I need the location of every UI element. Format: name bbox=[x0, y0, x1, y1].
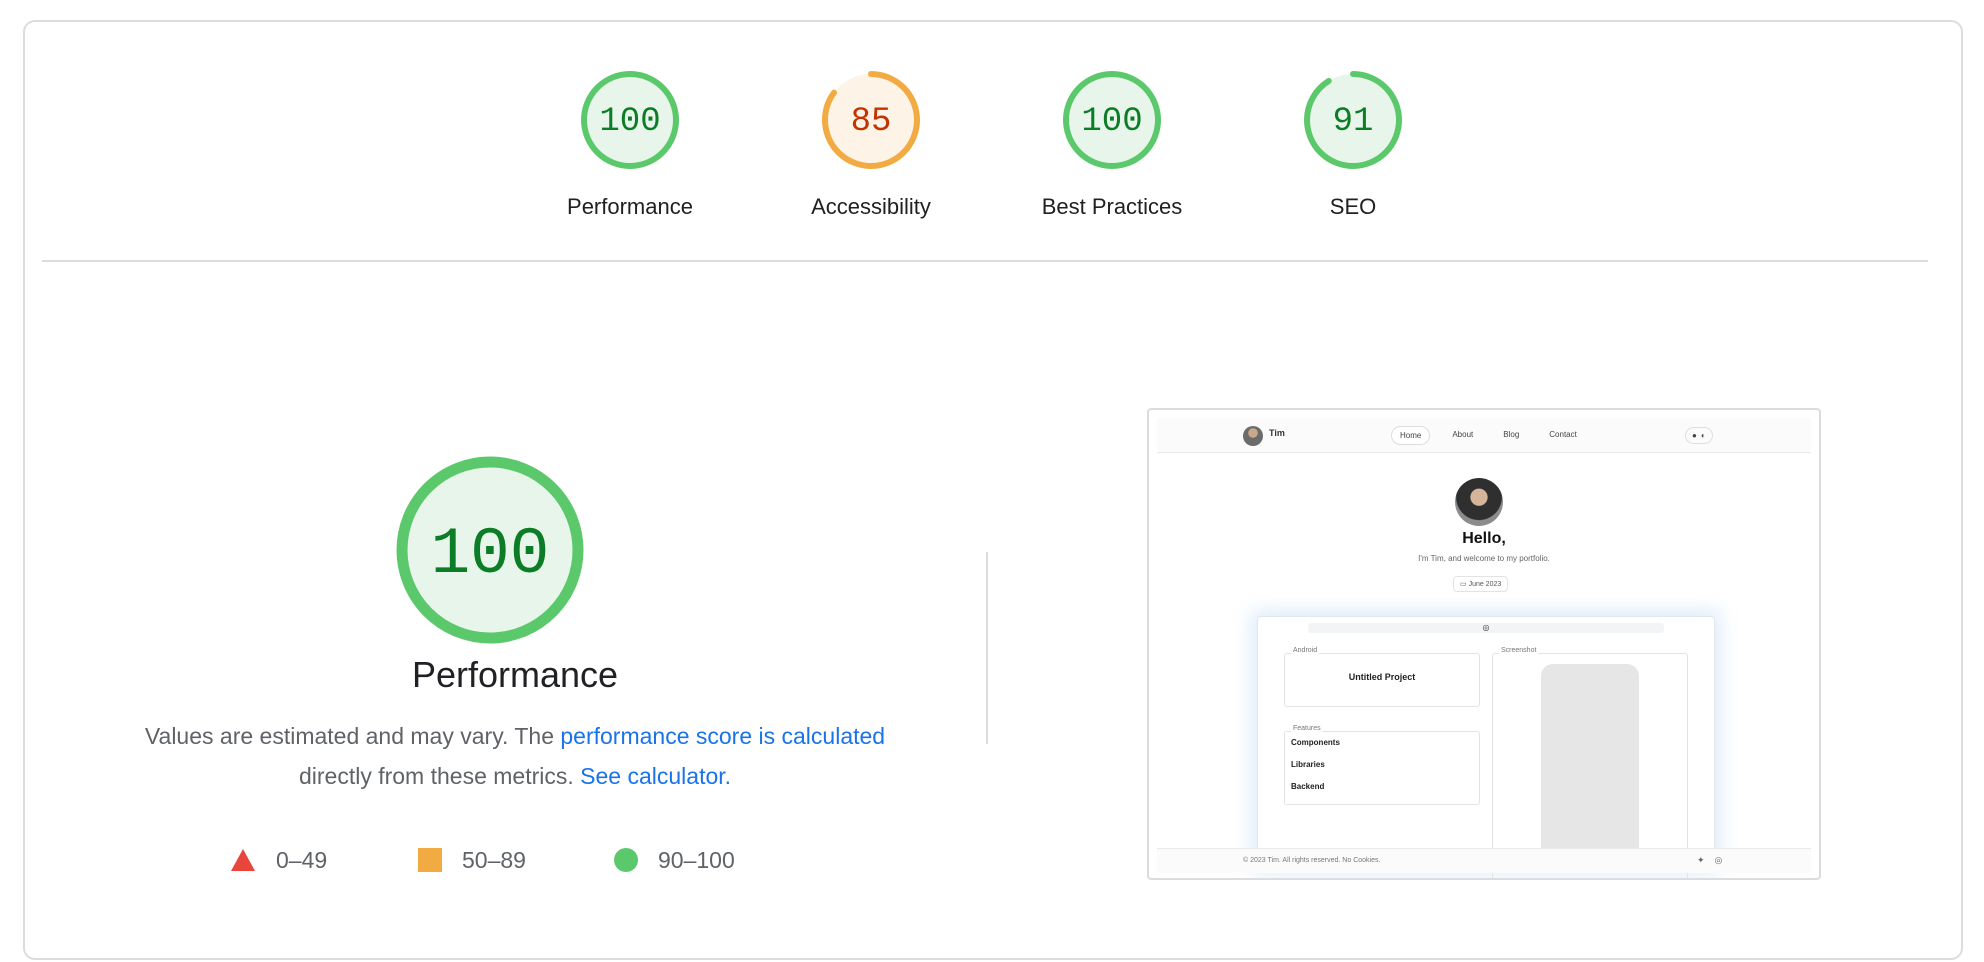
thumb-nav-links: Home About Blog Contact bbox=[1391, 426, 1585, 445]
thumb-subtitle: I'm Tim, and welcome to my portfolio. bbox=[1418, 554, 1550, 563]
see-calculator-link[interactable]: See calculator. bbox=[580, 763, 731, 789]
gauge-ring: 100 bbox=[581, 71, 679, 169]
thumb-date-badge: ▭ June 2023 bbox=[1453, 576, 1509, 592]
thumb-sun-icon: ◐ bbox=[1700, 431, 1706, 440]
thumb-feature: Backend bbox=[1291, 782, 1325, 791]
thumb-project-window: ◎ Android Untitled Project Features Comp… bbox=[1257, 616, 1715, 878]
legend-pass: 90–100 bbox=[614, 840, 735, 880]
vertical-separator bbox=[986, 552, 988, 744]
circle-icon bbox=[614, 848, 638, 872]
thumb-project-name: Untitled Project bbox=[1348, 672, 1416, 682]
thumb-nav-about: About bbox=[1452, 430, 1474, 439]
gauge-label: Accessibility bbox=[811, 194, 931, 219]
score-calculated-link[interactable]: performance score is calculated bbox=[560, 723, 885, 749]
thumb-twitter-icon: ✦ bbox=[1697, 855, 1705, 865]
thumb-window-bar: ◎ bbox=[1308, 623, 1664, 633]
performance-title: Performance bbox=[411, 654, 619, 695]
thumb-phone-placeholder bbox=[1541, 664, 1639, 864]
final-screenshot[interactable]: Tim Home About Blog Contact ● ◐ Hello, I… bbox=[1147, 408, 1821, 880]
gauge-score: 91 bbox=[1333, 103, 1374, 141]
big-gauge-ring: 100 bbox=[396, 456, 584, 644]
big-gauge-score: 100 bbox=[431, 517, 550, 592]
legend-fail: 0–49 bbox=[230, 840, 327, 880]
thumb-github-icon: ◎ bbox=[1482, 623, 1490, 632]
legend-average: 50–89 bbox=[418, 840, 526, 880]
thumb-feature: Libraries bbox=[1291, 760, 1325, 769]
report-card: 100 Performance 85 Accessibility 100 Bes… bbox=[23, 20, 1963, 960]
thumb-name: Tim bbox=[1269, 428, 1285, 438]
gauge-ring: 100 bbox=[1063, 71, 1161, 169]
thumb-greeting: Hello, bbox=[1462, 530, 1506, 547]
gauge-score: 100 bbox=[1081, 103, 1142, 141]
thumb-hero-avatar bbox=[1455, 478, 1503, 526]
thumb-avatar-icon bbox=[1243, 426, 1263, 446]
gauge-best-practices[interactable]: 100 Best Practices bbox=[1012, 68, 1212, 220]
thumb-theme-toggle: ● ◐ bbox=[1685, 427, 1713, 444]
thumb-navbar: Tim Home About Blog Contact ● ◐ bbox=[1157, 418, 1811, 453]
thumb-feature: Components bbox=[1291, 738, 1340, 747]
gauge-score: 100 bbox=[599, 103, 660, 141]
thumb-github-icon: ◎ bbox=[1714, 855, 1723, 865]
gauge-score: 85 bbox=[851, 103, 892, 141]
desc-middle: directly from these metrics. bbox=[298, 763, 581, 789]
thumb-footer: © 2023 Tim. All rights reserved. No Cook… bbox=[1157, 848, 1811, 873]
square-icon bbox=[418, 848, 442, 872]
thumb-nav-blog: Blog bbox=[1503, 430, 1520, 439]
thumb-screenshot-box: Screenshot bbox=[1492, 647, 1688, 878]
gauge-performance[interactable]: 100 Performance bbox=[530, 68, 730, 220]
category-gauges: 100 Performance 85 Accessibility 100 Bes… bbox=[25, 68, 1961, 238]
triangle-icon bbox=[231, 849, 255, 871]
thumb-copyright: © 2023 Tim. All rights reserved. No Cook… bbox=[1243, 857, 1381, 864]
gauge-label: Best Practices bbox=[1041, 194, 1183, 219]
desc-prefix: Values are estimated and may vary. The bbox=[144, 723, 561, 749]
gauge-seo[interactable]: 91 SEO bbox=[1253, 68, 1453, 220]
gauge-ring: 91 bbox=[1304, 71, 1402, 169]
thumb-calendar-icon: ▭ bbox=[1460, 581, 1469, 588]
thumb-moon-icon: ● bbox=[1692, 431, 1697, 440]
thumb-nav-contact: Contact bbox=[1549, 430, 1577, 439]
performance-big-gauge: 100 bbox=[392, 452, 588, 653]
thumb-features-box: Features Components Libraries Backend bbox=[1284, 725, 1480, 805]
gauge-ring: 85 bbox=[822, 71, 920, 169]
performance-description: Values are estimated and may vary. The p… bbox=[85, 716, 945, 796]
thumb-android-box: Android Untitled Project bbox=[1284, 647, 1480, 707]
thumb-footer-icons: ✦ ◎ bbox=[1697, 855, 1722, 866]
thumb-nav-home: Home bbox=[1391, 426, 1431, 445]
gauge-label: Performance bbox=[567, 194, 693, 219]
gauge-accessibility[interactable]: 85 Accessibility bbox=[771, 68, 971, 220]
gauge-label: SEO bbox=[1329, 194, 1377, 219]
